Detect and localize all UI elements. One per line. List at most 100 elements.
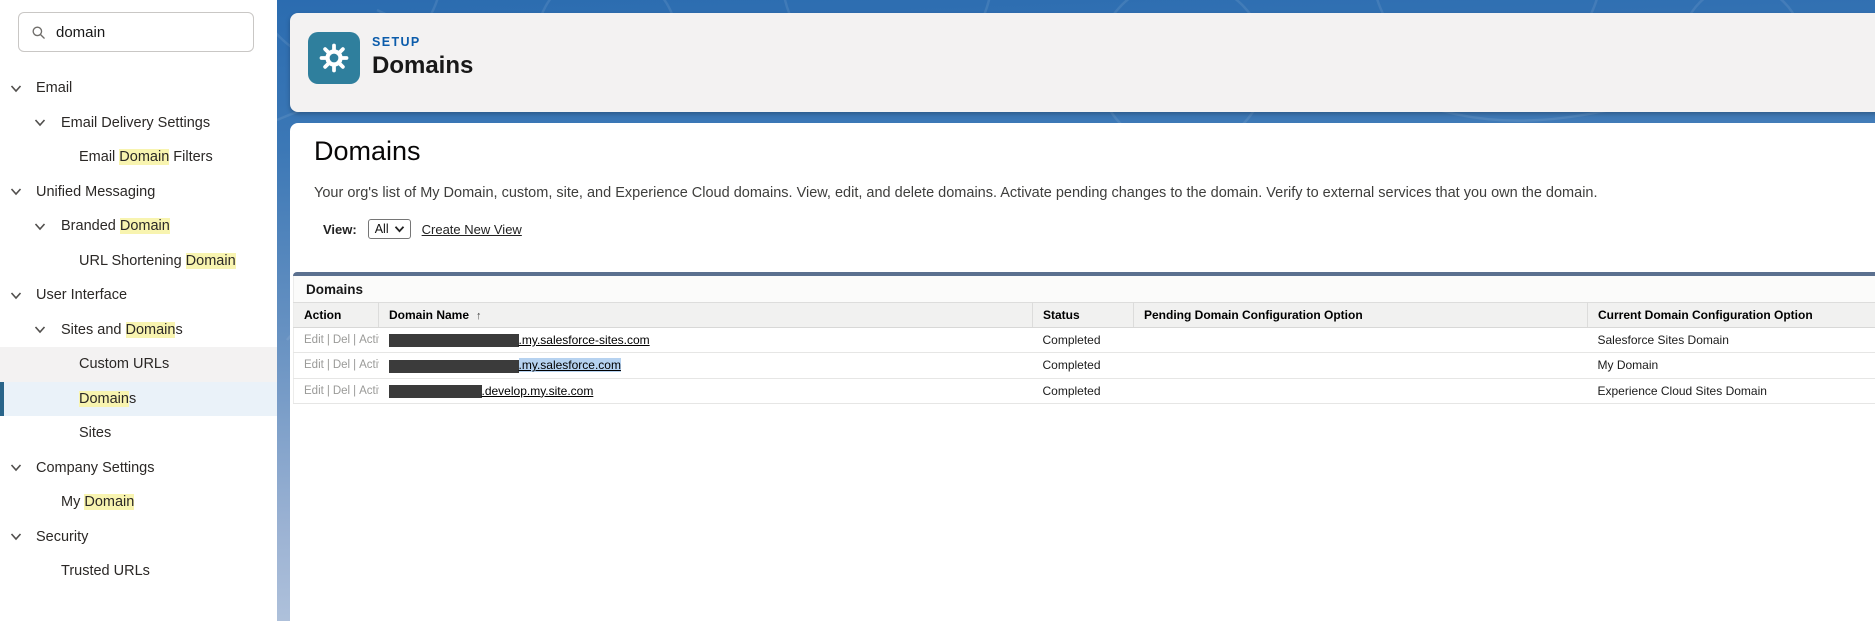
search-icon [31,24,46,41]
status-cell: Completed [1033,328,1134,353]
view-selected-value: All [375,222,389,236]
pending-option-cell [1134,353,1588,378]
chevron-down-icon[interactable] [33,116,47,130]
table-row: Edit|Del|Activate .develop.my.site.com C… [294,378,1875,403]
sidebar-item-label: Sites and Domains [61,322,183,338]
setup-screen: SETUP Domains Domains Your org's list of… [0,0,1875,621]
pending-option-cell [1134,378,1588,403]
domains-table: Action Domain Name↑ Status Pending Domai… [293,302,1875,404]
search-input[interactable] [56,24,241,41]
gear-icon [319,43,349,73]
setup-header-card: SETUP Domains [290,13,1875,112]
activate-link[interactable]: Activate [359,385,378,397]
edit-link[interactable]: Edit [304,334,324,346]
action-separator: | [353,385,356,397]
sort-asc-icon: ↑ [476,310,482,322]
sidebar-item-label: Branded Domain [61,218,170,234]
chevron-down-icon[interactable] [33,323,47,337]
col-domain-name[interactable]: Domain Name↑ [379,303,1033,328]
chevron-down-icon[interactable] [9,530,23,544]
action-separator: | [353,334,356,346]
content-panel: Domains Your org's list of My Domain, cu… [290,123,1875,621]
redacted-domain-text [389,385,482,398]
del-link[interactable]: Del [333,385,350,397]
sidebar-item-security[interactable]: Security [0,520,277,555]
action-separator: | [353,359,356,371]
chevron-down-icon[interactable] [9,185,23,199]
sidebar-item-email-domain-filters[interactable]: Email Domain Filters [0,140,277,175]
row-actions: Edit|Del|Activate [294,378,379,403]
sidebar-item-domains[interactable]: Domains [0,382,277,417]
sidebar-item-label: Sites [79,425,111,441]
activate-link[interactable]: Activate [359,359,378,371]
row-actions: Edit|Del|Activate [294,328,379,353]
col-status[interactable]: Status [1033,303,1134,328]
sidebar-item-label: Trusted URLs [61,563,150,579]
sidebar-item-label: Company Settings [36,460,154,476]
col-pending-option[interactable]: Pending Domain Configuration Option [1134,303,1588,328]
page-title: Domains [314,136,421,167]
sidebar-item-label: Email [36,80,72,96]
view-label: View: [323,222,357,237]
sidebar-item-branded-domain[interactable]: Branded Domain [0,209,277,244]
row-actions: Edit|Del|Activate [294,353,379,378]
sidebar-item-url-shortening-domain[interactable]: URL Shortening Domain [0,244,277,279]
action-separator: | [327,359,330,371]
action-separator: | [327,385,330,397]
table-header-row: Action Domain Name↑ Status Pending Domai… [294,303,1875,328]
sidebar-item-company-settings[interactable]: Company Settings [0,451,277,486]
edit-link[interactable]: Edit [304,359,324,371]
status-cell: Completed [1033,353,1134,378]
sidebar-item-custom-urls[interactable]: Custom URLs [0,347,277,382]
status-cell: Completed [1033,378,1134,403]
del-link[interactable]: Del [333,359,350,371]
chevron-down-icon[interactable] [9,81,23,95]
list-title: Domains [293,276,1875,302]
domain-name-cell: .my.salesforce-sites.com [379,328,1033,353]
col-current-option[interactable]: Current Domain Configuration Option [1588,303,1875,328]
current-option-cell: Salesforce Sites Domain [1588,328,1875,353]
create-new-view-link[interactable]: Create New View [422,222,522,237]
setup-icon-tile [308,32,360,84]
pending-option-cell [1134,328,1588,353]
current-option-cell: Experience Cloud Sites Domain [1588,378,1875,403]
domain-link[interactable]: .develop.my.site.com [482,384,594,398]
setup-tree: Email Email Delivery Settings Email Doma… [0,71,277,589]
sidebar-item-sites-and-domains[interactable]: Sites and Domains [0,313,277,348]
redacted-domain-text [389,360,519,373]
del-link[interactable]: Del [333,334,350,346]
sidebar-item-label: Custom URLs [79,356,169,372]
sidebar-item-my-domain[interactable]: My Domain [0,485,277,520]
redacted-domain-text [389,334,519,347]
domain-name-cell: .develop.my.site.com [379,378,1033,403]
chevron-down-icon [394,225,405,233]
setup-eyebrow: SETUP [372,35,421,49]
sidebar-item-label: Security [36,529,88,545]
domain-link[interactable]: .my.salesforce.com [519,358,621,372]
domain-link[interactable]: .my.salesforce-sites.com [519,333,650,347]
activate-link[interactable]: Activate [359,334,378,346]
chevron-down-icon[interactable] [9,288,23,302]
domain-name-cell: .my.salesforce.com [379,353,1033,378]
view-select[interactable]: All [368,219,411,239]
page-description: Your org's list of My Domain, custom, si… [314,185,1598,201]
sidebar-item-label: Email Delivery Settings [61,115,210,131]
current-option-cell: My Domain [1588,353,1875,378]
chevron-down-icon[interactable] [33,219,47,233]
table-row: Edit|Del|Activate .my.salesforce-sites.c… [294,328,1875,353]
sidebar-item-email[interactable]: Email [0,71,277,106]
sidebar-item-label: User Interface [36,287,127,303]
quick-find-box[interactable] [18,12,254,52]
sidebar-item-label: Email Domain Filters [79,149,213,165]
col-action[interactable]: Action [294,303,379,328]
sidebar-item-label: Unified Messaging [36,184,155,200]
sidebar-item-sites[interactable]: Sites [0,416,277,451]
sidebar-item-email-delivery-settings[interactable]: Email Delivery Settings [0,106,277,141]
edit-link[interactable]: Edit [304,385,324,397]
sidebar-item-trusted-urls[interactable]: Trusted URLs [0,554,277,589]
chevron-down-icon[interactable] [9,461,23,475]
sidebar-item-user-interface[interactable]: User Interface [0,278,277,313]
sidebar-item-unified-messaging[interactable]: Unified Messaging [0,175,277,210]
table-row: Edit|Del|Activate .my.salesforce.com Com… [294,353,1875,378]
sidebar-item-label: URL Shortening Domain [79,253,236,269]
